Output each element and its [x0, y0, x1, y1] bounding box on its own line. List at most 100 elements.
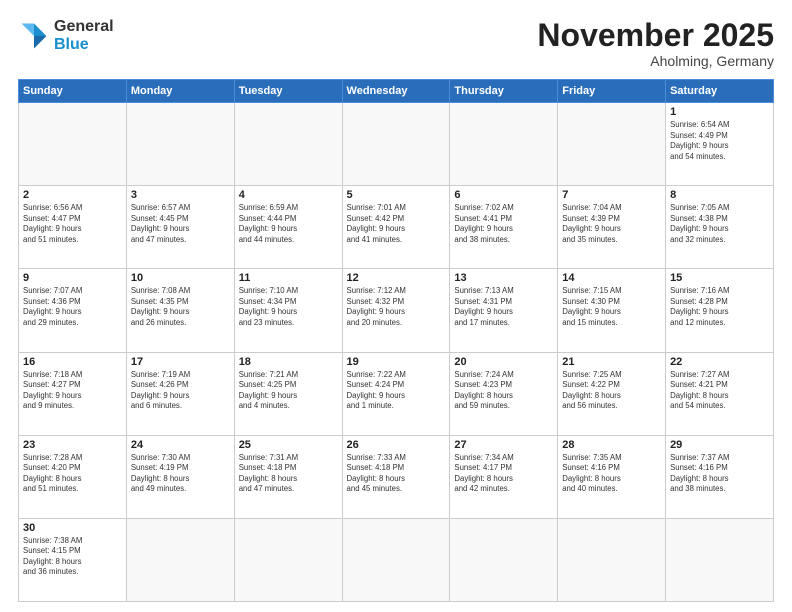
calendar-cell	[126, 518, 234, 601]
weekday-header: Thursday	[450, 80, 558, 103]
day-info: Sunrise: 7:02 AM Sunset: 4:41 PM Dayligh…	[454, 203, 553, 245]
day-number: 29	[670, 439, 769, 451]
calendar-cell: 9 Sunrise: 7:07 AM Sunset: 4:36 PM Daylig…	[19, 269, 127, 352]
calendar-cell: 12Sunrise: 7:12 AM Sunset: 4:32 PM Dayli…	[342, 269, 450, 352]
day-number: 20	[454, 356, 553, 368]
title-block: November 2025 Aholming, Germany	[537, 18, 774, 69]
calendar-cell	[234, 518, 342, 601]
calendar-cell	[450, 518, 558, 601]
day-info: Sunrise: 7:21 AM Sunset: 4:25 PM Dayligh…	[239, 370, 338, 412]
calendar-row: 30Sunrise: 7:38 AM Sunset: 4:15 PM Dayli…	[19, 518, 774, 601]
calendar-cell	[558, 103, 666, 186]
calendar-cell: 3Sunrise: 6:57 AM Sunset: 4:45 PM Daylig…	[126, 186, 234, 269]
day-info: Sunrise: 7:34 AM Sunset: 4:17 PM Dayligh…	[454, 453, 553, 495]
header: General Blue November 2025 Aholming, Ger…	[18, 18, 774, 69]
day-number: 25	[239, 439, 338, 451]
day-info: Sunrise: 6:54 AM Sunset: 4:49 PM Dayligh…	[670, 120, 769, 162]
calendar-cell	[342, 103, 450, 186]
calendar-cell: 29 Sunrise: 7:37 AM Sunset: 4:16 PM Dayli…	[666, 435, 774, 518]
day-info: Sunrise: 7:04 AM Sunset: 4:39 PM Dayligh…	[562, 203, 661, 245]
calendar-row: 23 Sunrise: 7:28 AM Sunset: 4:20 PM Dayli…	[19, 435, 774, 518]
day-number: 5	[347, 189, 446, 201]
day-number: 10	[131, 272, 230, 284]
day-number: 15	[670, 272, 769, 284]
day-info: Sunrise: 7:31 AM Sunset: 4:18 PM Dayligh…	[239, 453, 338, 495]
day-number: 19	[347, 356, 446, 368]
day-number: 11	[239, 272, 338, 284]
day-info: Sunrise: 6:59 AM Sunset: 4:44 PM Dayligh…	[239, 203, 338, 245]
calendar-cell: 30Sunrise: 7:38 AM Sunset: 4:15 PM Dayli…	[19, 518, 127, 601]
day-info: Sunrise: 7:30 AM Sunset: 4:19 PM Dayligh…	[131, 453, 230, 495]
day-info: Sunrise: 7:24 AM Sunset: 4:23 PM Dayligh…	[454, 370, 553, 412]
calendar-cell: 16Sunrise: 7:18 AM Sunset: 4:27 PM Dayli…	[19, 352, 127, 435]
day-number: 2	[23, 189, 122, 201]
weekday-header-row: SundayMondayTuesdayWednesdayThursdayFrid…	[19, 80, 774, 103]
day-info: Sunrise: 7:13 AM Sunset: 4:31 PM Dayligh…	[454, 286, 553, 328]
calendar-cell: 5Sunrise: 7:01 AM Sunset: 4:42 PM Daylig…	[342, 186, 450, 269]
calendar-cell: 26Sunrise: 7:33 AM Sunset: 4:18 PM Dayli…	[342, 435, 450, 518]
day-number: 28	[562, 439, 661, 451]
day-number: 8	[670, 189, 769, 201]
calendar-cell: 4Sunrise: 6:59 AM Sunset: 4:44 PM Daylig…	[234, 186, 342, 269]
day-number: 16	[23, 356, 122, 368]
month-year: November 2025	[537, 18, 774, 53]
calendar-cell: 22Sunrise: 7:27 AM Sunset: 4:21 PM Dayli…	[666, 352, 774, 435]
day-info: Sunrise: 7:25 AM Sunset: 4:22 PM Dayligh…	[562, 370, 661, 412]
weekday-header: Friday	[558, 80, 666, 103]
calendar-cell	[234, 103, 342, 186]
calendar-cell	[342, 518, 450, 601]
day-number: 22	[670, 356, 769, 368]
day-info: Sunrise: 7:37 AM Sunset: 4:16 PM Dayligh…	[670, 453, 769, 495]
day-info: Sunrise: 7:10 AM Sunset: 4:34 PM Dayligh…	[239, 286, 338, 328]
calendar-cell: 24 Sunrise: 7:30 AM Sunset: 4:19 PM Dayli…	[126, 435, 234, 518]
day-info: Sunrise: 7:12 AM Sunset: 4:32 PM Dayligh…	[347, 286, 446, 328]
calendar-cell	[126, 103, 234, 186]
calendar-cell: 27Sunrise: 7:34 AM Sunset: 4:17 PM Dayli…	[450, 435, 558, 518]
calendar-cell: 25 Sunrise: 7:31 AM Sunset: 4:18 PM Dayli…	[234, 435, 342, 518]
day-number: 23	[23, 439, 122, 451]
day-info: Sunrise: 7:28 AM Sunset: 4:20 PM Dayligh…	[23, 453, 122, 495]
day-info: Sunrise: 7:05 AM Sunset: 4:38 PM Dayligh…	[670, 203, 769, 245]
calendar-cell: 14Sunrise: 7:15 AM Sunset: 4:30 PM Dayli…	[558, 269, 666, 352]
calendar-cell: 13 Sunrise: 7:13 AM Sunset: 4:31 PM Dayli…	[450, 269, 558, 352]
page: General Blue November 2025 Aholming, Ger…	[0, 0, 792, 612]
calendar-row: 2 Sunrise: 6:56 AM Sunset: 4:47 PM Daylig…	[19, 186, 774, 269]
calendar-cell: 19Sunrise: 7:22 AM Sunset: 4:24 PM Dayli…	[342, 352, 450, 435]
location: Aholming, Germany	[537, 53, 774, 69]
logo-text: General Blue	[54, 18, 114, 53]
weekday-header: Tuesday	[234, 80, 342, 103]
calendar: SundayMondayTuesdayWednesdayThursdayFrid…	[18, 79, 774, 602]
day-number: 21	[562, 356, 661, 368]
calendar-cell: 1Sunrise: 6:54 AM Sunset: 4:49 PM Daylig…	[666, 103, 774, 186]
day-number: 26	[347, 439, 446, 451]
day-number: 14	[562, 272, 661, 284]
day-number: 6	[454, 189, 553, 201]
day-number: 13	[454, 272, 553, 284]
calendar-cell: 18Sunrise: 7:21 AM Sunset: 4:25 PM Dayli…	[234, 352, 342, 435]
calendar-cell: 10 Sunrise: 7:08 AM Sunset: 4:35 PM Dayli…	[126, 269, 234, 352]
day-info: Sunrise: 7:08 AM Sunset: 4:35 PM Dayligh…	[131, 286, 230, 328]
calendar-cell: 21 Sunrise: 7:25 AM Sunset: 4:22 PM Dayli…	[558, 352, 666, 435]
day-info: Sunrise: 7:35 AM Sunset: 4:16 PM Dayligh…	[562, 453, 661, 495]
calendar-cell: 28 Sunrise: 7:35 AM Sunset: 4:16 PM Dayli…	[558, 435, 666, 518]
day-number: 17	[131, 356, 230, 368]
day-number: 7	[562, 189, 661, 201]
calendar-cell: 15 Sunrise: 7:16 AM Sunset: 4:28 PM Dayli…	[666, 269, 774, 352]
day-number: 9	[23, 272, 122, 284]
weekday-header: Saturday	[666, 80, 774, 103]
calendar-cell	[558, 518, 666, 601]
calendar-row: 9 Sunrise: 7:07 AM Sunset: 4:36 PM Daylig…	[19, 269, 774, 352]
calendar-cell: 8 Sunrise: 7:05 AM Sunset: 4:38 PM Daylig…	[666, 186, 774, 269]
calendar-row: 1Sunrise: 6:54 AM Sunset: 4:49 PM Daylig…	[19, 103, 774, 186]
day-info: Sunrise: 7:19 AM Sunset: 4:26 PM Dayligh…	[131, 370, 230, 412]
day-number: 24	[131, 439, 230, 451]
day-info: Sunrise: 7:16 AM Sunset: 4:28 PM Dayligh…	[670, 286, 769, 328]
calendar-cell: 2 Sunrise: 6:56 AM Sunset: 4:47 PM Daylig…	[19, 186, 127, 269]
logo: General Blue	[18, 18, 114, 53]
calendar-cell: 7 Sunrise: 7:04 AM Sunset: 4:39 PM Daylig…	[558, 186, 666, 269]
day-info: Sunrise: 7:07 AM Sunset: 4:36 PM Dayligh…	[23, 286, 122, 328]
weekday-header: Wednesday	[342, 80, 450, 103]
calendar-row: 16Sunrise: 7:18 AM Sunset: 4:27 PM Dayli…	[19, 352, 774, 435]
day-info: Sunrise: 6:56 AM Sunset: 4:47 PM Dayligh…	[23, 203, 122, 245]
calendar-cell: 23 Sunrise: 7:28 AM Sunset: 4:20 PM Dayli…	[19, 435, 127, 518]
